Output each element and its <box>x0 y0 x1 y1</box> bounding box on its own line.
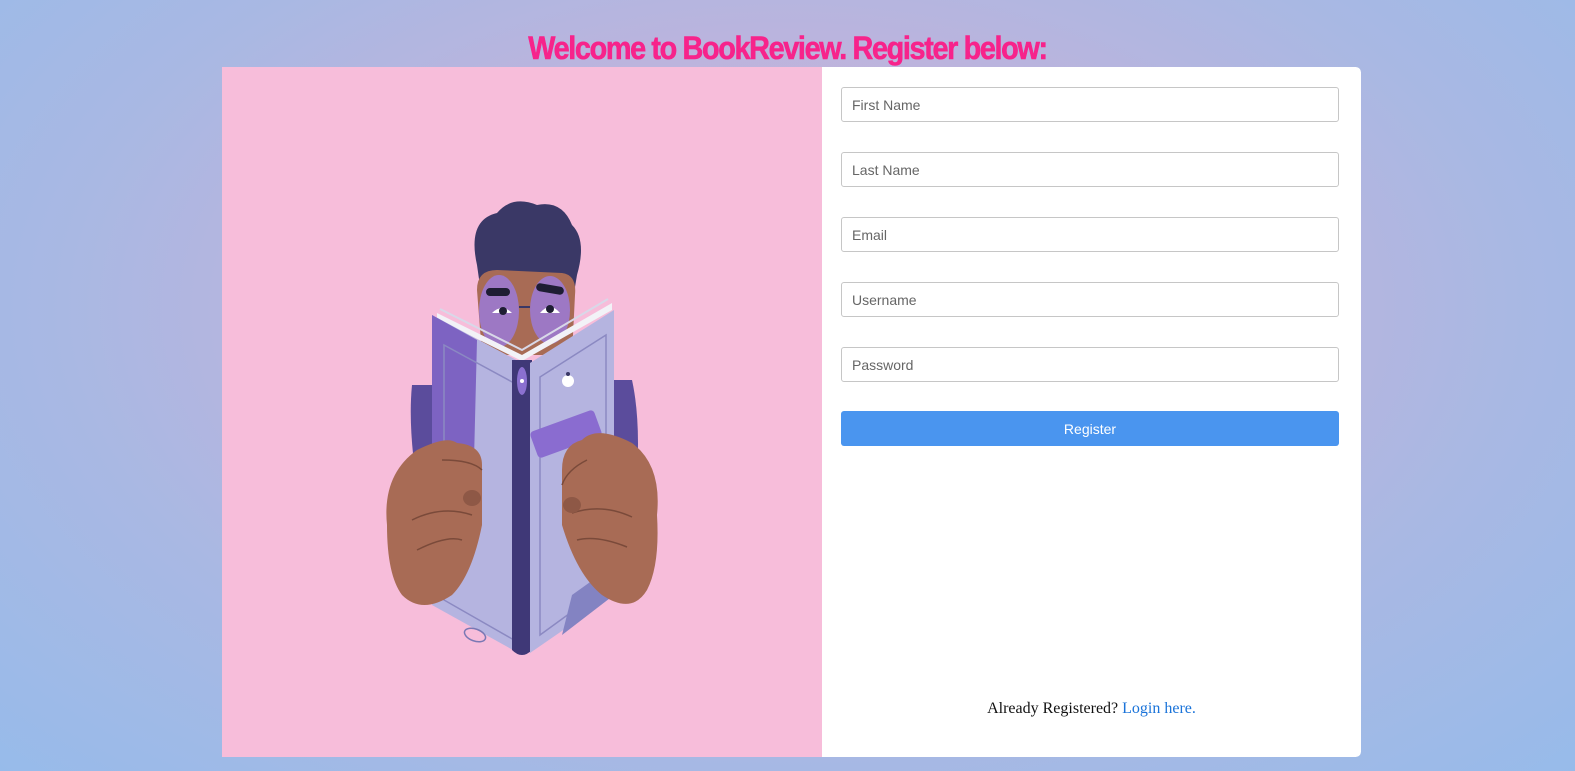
registration-form: Register Already Registered? Login here. <box>822 67 1361 757</box>
page-title: Welcome to BookReview. Register below: <box>528 30 1048 67</box>
login-link[interactable]: Login here. <box>1122 700 1196 717</box>
register-button[interactable]: Register <box>841 411 1339 446</box>
last-name-field[interactable] <box>841 152 1339 187</box>
email-field[interactable] <box>841 217 1339 252</box>
first-name-field[interactable] <box>841 87 1339 122</box>
password-field[interactable] <box>841 347 1339 382</box>
reading-person-illustration <box>386 201 658 655</box>
username-field[interactable] <box>841 282 1339 317</box>
login-prompt: Already Registered? Login here. <box>822 700 1361 718</box>
registration-card: Register Already Registered? Login here. <box>222 67 1361 757</box>
illustration-panel <box>222 67 822 757</box>
login-prompt-text: Already Registered? <box>987 700 1119 717</box>
